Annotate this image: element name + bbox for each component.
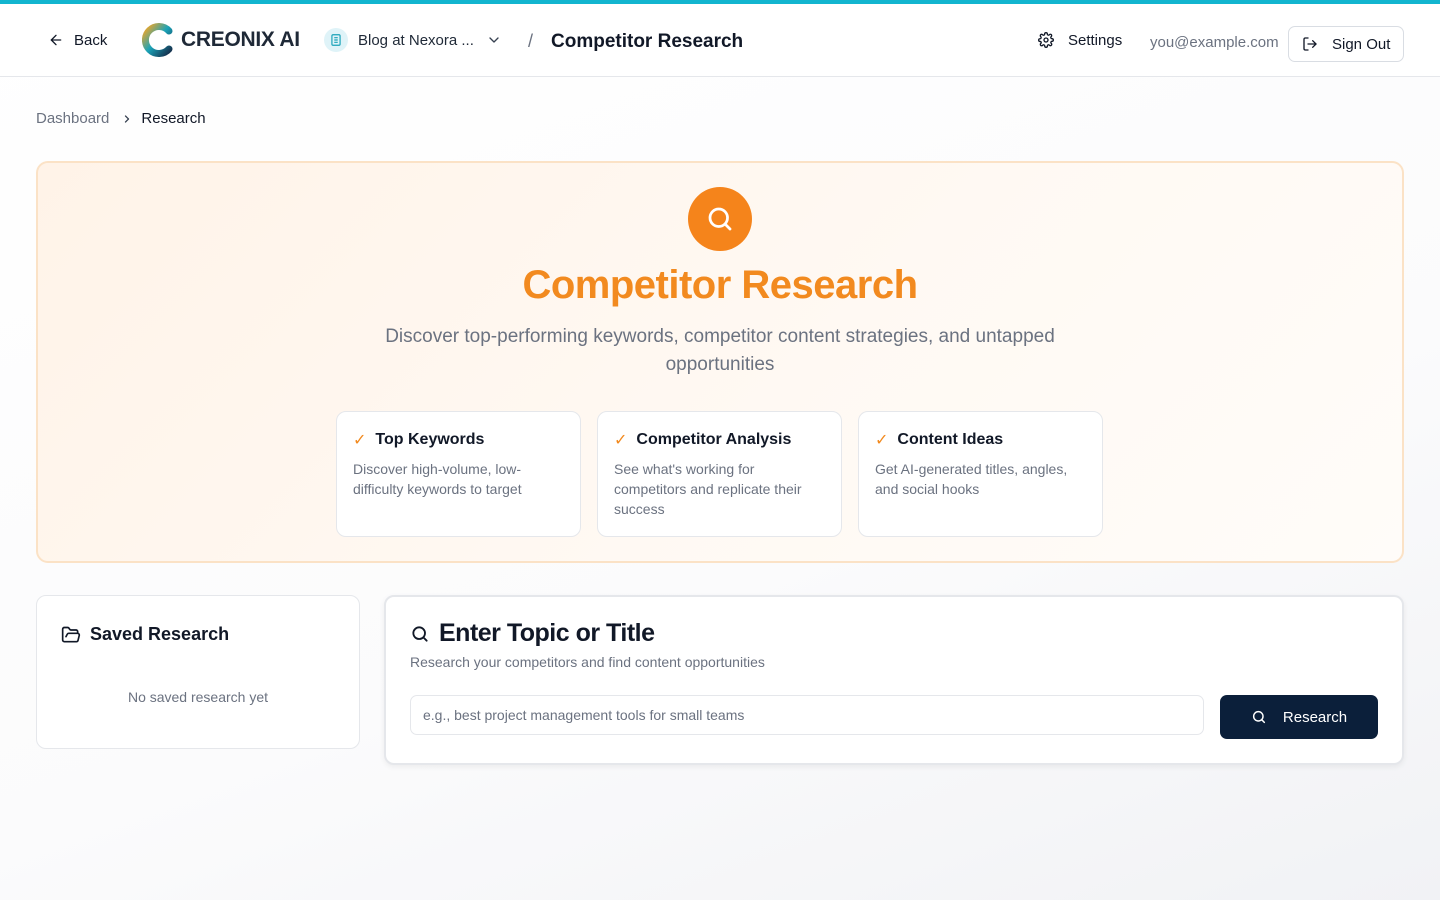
chevron-down-icon [489, 37, 499, 43]
check-icon: ✓ [353, 432, 367, 449]
hero-title: Competitor Research [522, 263, 918, 307]
chevron-right-icon [125, 114, 130, 123]
check-icon: ✓ [614, 432, 628, 449]
research-form-subtitle: Research your competitors and find conte… [410, 654, 765, 670]
gear-icon [1038, 32, 1054, 48]
user-email: you@example.com [1150, 34, 1279, 51]
topic-input[interactable] [410, 695, 1204, 735]
brand-logo[interactable]: CREONIX AI [142, 23, 300, 57]
research-form-title: Enter Topic or Title [439, 619, 655, 647]
research-button[interactable]: Research [1220, 695, 1378, 739]
search-icon [412, 625, 428, 642]
feature-list: ✓ Top Keywords Discover high-volume, low… [336, 411, 1103, 537]
research-form-panel: Enter Topic or Title Research your compe… [384, 595, 1404, 765]
breadcrumb-dashboard[interactable]: Dashboard [36, 110, 109, 127]
header-page-title: Competitor Research [551, 31, 744, 52]
back-label: Back [74, 31, 108, 49]
header-separator: / [528, 31, 534, 51]
feature-card: ✓ Competitor Analysis See what's working… [597, 411, 842, 537]
feature-card: ✓ Top Keywords Discover high-volume, low… [336, 411, 581, 537]
site-icon [324, 28, 348, 52]
brand-name: CREONIX AI [181, 28, 300, 51]
feature-title: Competitor Analysis [636, 431, 792, 448]
folder-open-icon [61, 626, 81, 642]
saved-research-empty-state: No saved research yet [127, 689, 269, 705]
sign-out-label: Sign Out [1332, 35, 1391, 53]
feature-description: Discover high-volume, low-difficulty key… [353, 461, 522, 497]
feature-description: Get AI-generated titles, angles, and soc… [875, 461, 1068, 497]
site-name: Blog at Nexora ... [358, 31, 474, 49]
hero-banner: Competitor Research Discover top-perform… [36, 161, 1404, 563]
hero-subtitle: Discover top-performing keywords, compet… [385, 326, 1055, 375]
log-out-icon [1303, 37, 1317, 51]
saved-research-title: Saved Research [90, 624, 230, 644]
search-icon [688, 187, 752, 251]
brand-mark-icon [142, 23, 173, 57]
breadcrumb-research: Research [141, 110, 206, 127]
settings-button[interactable]: Settings [1026, 22, 1134, 58]
search-icon [1252, 710, 1265, 724]
feature-title: Top Keywords [375, 431, 485, 448]
sign-out-button[interactable]: Sign Out [1288, 26, 1404, 62]
back-button[interactable]: Back [36, 22, 119, 58]
arrow-left-icon [50, 34, 62, 46]
check-icon: ✓ [875, 432, 889, 449]
feature-title: Content Ideas [897, 431, 1004, 448]
breadcrumb: Dashboard Research [36, 110, 206, 127]
app-header: Back CREONIX AI Blog at Nexora ... / Com… [0, 4, 1440, 77]
feature-card: ✓ Content Ideas Get AI-generated titles,… [858, 411, 1103, 537]
saved-research-panel: Saved Research No saved research yet [36, 595, 360, 749]
feature-description: See what's working for competitors and r… [614, 461, 802, 517]
research-button-label: Research [1282, 708, 1348, 726]
site-selector[interactable]: Blog at Nexora ... [324, 22, 502, 58]
settings-label: Settings [1068, 31, 1123, 49]
